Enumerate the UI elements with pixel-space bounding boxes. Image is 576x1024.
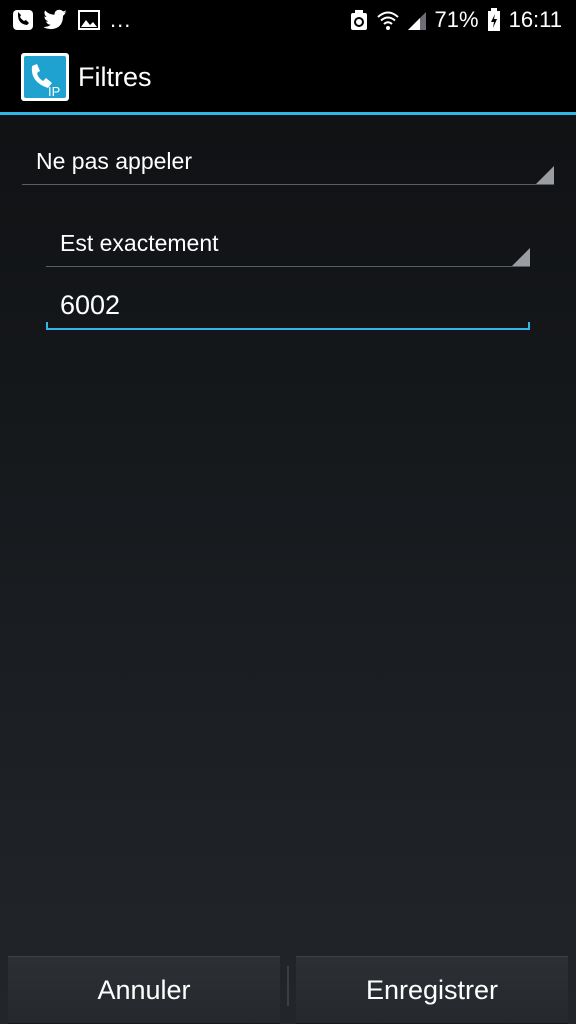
phone-ip-notification-icon bbox=[12, 9, 34, 31]
more-notifications-indicator: ... bbox=[110, 7, 132, 32]
dropdown-corner-icon bbox=[536, 166, 554, 184]
action-bar: IP Filtres bbox=[0, 40, 576, 112]
action-bar-divider bbox=[0, 112, 576, 115]
number-field-value: 6002 bbox=[60, 290, 121, 320]
status-bar: ... 71% 16:11 bbox=[0, 0, 576, 40]
call-action-spinner[interactable]: Ne pas appeler bbox=[22, 140, 554, 185]
field-bracket-left bbox=[46, 322, 48, 330]
dropdown-corner-icon bbox=[512, 248, 530, 266]
gallery-icon bbox=[78, 10, 100, 30]
match-type-selected: Est exactement bbox=[60, 230, 219, 256]
number-field[interactable]: 6002 bbox=[46, 284, 530, 330]
wifi-icon bbox=[376, 9, 399, 31]
app-logo-icon[interactable]: IP bbox=[20, 52, 70, 102]
battery-percentage: 71% bbox=[434, 7, 479, 32]
recycle-icon bbox=[349, 9, 369, 31]
page-title: Filtres bbox=[78, 62, 152, 92]
button-divider bbox=[287, 966, 289, 1006]
match-type-spinner[interactable]: Est exactement bbox=[46, 222, 530, 267]
twitter-icon bbox=[44, 9, 68, 31]
call-action-selected: Ne pas appeler bbox=[36, 148, 192, 174]
save-button[interactable]: Enregistrer bbox=[296, 956, 568, 1023]
cancel-button[interactable]: Annuler bbox=[8, 956, 280, 1023]
signal-icon bbox=[407, 9, 427, 31]
app-logo-text: IP bbox=[48, 84, 60, 99]
clock: 16:11 bbox=[508, 7, 562, 32]
button-bar: Annuler Enregistrer bbox=[0, 950, 576, 1024]
field-bracket-right bbox=[528, 322, 530, 330]
status-right-icons: 71% 16:11 bbox=[349, 6, 562, 34]
status-left-icons: ... bbox=[12, 6, 131, 34]
battery-charging-icon bbox=[487, 8, 501, 32]
